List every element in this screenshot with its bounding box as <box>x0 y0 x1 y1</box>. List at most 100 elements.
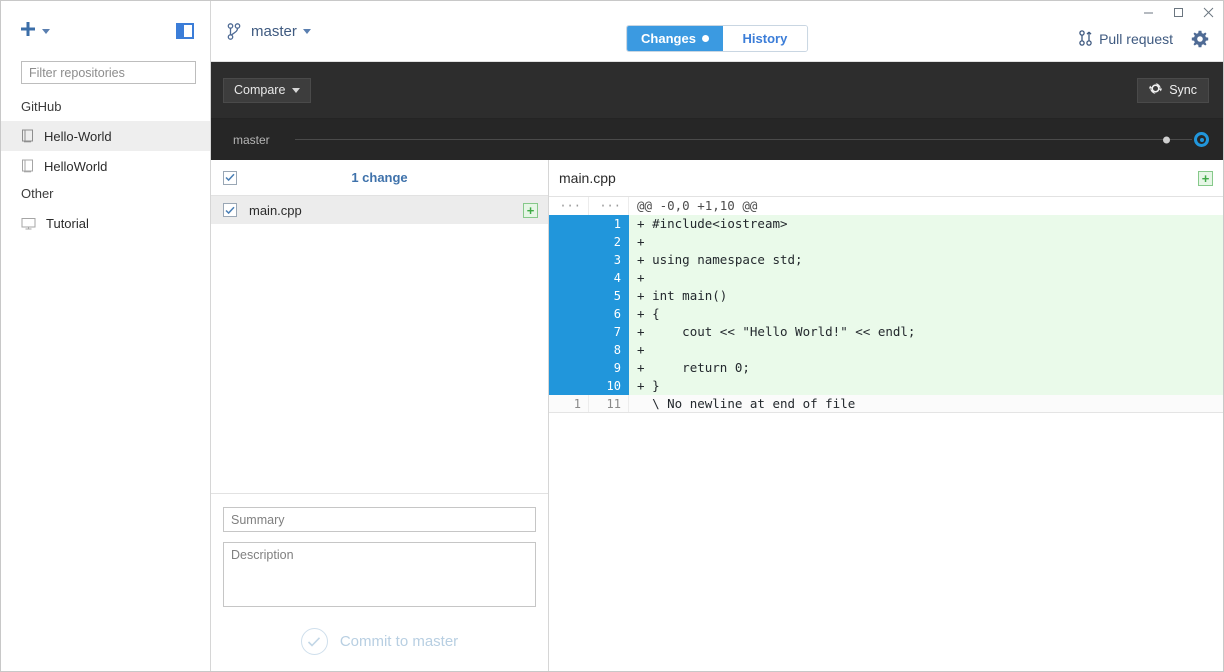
diff-new-lineno: 11 <box>589 395 629 412</box>
diff-line-text: + } <box>629 377 1223 395</box>
diff-line-text: + <box>629 233 1223 251</box>
diff-line[interactable]: 7 + cout << "Hello World!" << endl; <box>549 323 1223 341</box>
diff-line[interactable]: 9 + return 0; <box>549 359 1223 377</box>
tab-history[interactable]: History <box>722 26 807 51</box>
sidebar-item-tutorial[interactable]: Tutorial <box>1 208 210 238</box>
diff-line-hunk: ··· ··· @@ -0,0 +1,10 @@ <box>549 197 1223 215</box>
pull-request-icon <box>1079 29 1092 49</box>
branch-name-label: master <box>251 22 297 40</box>
diff-header: main.cpp + <box>549 160 1223 197</box>
timeline-head-node[interactable] <box>1194 132 1209 147</box>
diff-file-name: main.cpp <box>559 170 616 186</box>
changes-history-tabs: Changes History <box>626 25 808 52</box>
add-repository-button[interactable] <box>19 20 50 43</box>
diff-old-lineno <box>549 287 589 305</box>
close-button[interactable] <box>1193 1 1223 23</box>
sidebar-item-label: HelloWorld <box>44 158 108 174</box>
diff-line-no-newline: 1 11 \ No newline at end of file <box>549 395 1223 413</box>
diff-new-lineno: 4 <box>589 269 629 287</box>
diff-line[interactable]: 3 + using namespace std; <box>549 251 1223 269</box>
pull-request-label: Pull request <box>1099 31 1173 47</box>
diff-line-text: + int main() <box>629 287 1223 305</box>
repo-icon <box>21 129 34 143</box>
diff-line[interactable]: 10 + } <box>549 377 1223 395</box>
diff-line-text: + return 0; <box>629 359 1223 377</box>
diff-old-lineno <box>549 215 589 233</box>
sidebar-item-hello-world[interactable]: Hello-World <box>1 121 210 151</box>
gear-icon[interactable] <box>1191 30 1209 48</box>
sync-label: Sync <box>1169 83 1197 97</box>
diff-line-text: + cout << "Hello World!" << endl; <box>629 323 1223 341</box>
filter-repositories-input[interactable] <box>21 61 196 84</box>
diff-line-text: + <box>629 269 1223 287</box>
sync-button[interactable]: Sync <box>1137 77 1209 103</box>
diff-line[interactable]: 1 + #include<iostream> <box>549 215 1223 233</box>
diff-line[interactable]: 2 + <box>549 233 1223 251</box>
changes-panel: 1 change main.cpp + Summary Description … <box>211 160 549 671</box>
diff-panel: main.cpp + ··· ··· @@ -0,0 +1,10 @@ 1 + … <box>549 160 1223 671</box>
diff-new-lineno: 8 <box>589 341 629 359</box>
diff-old-lineno <box>549 359 589 377</box>
changes-count-label: 1 change <box>351 170 408 185</box>
diff-old-lineno <box>549 305 589 323</box>
diff-line[interactable]: 5 + int main() <box>549 287 1223 305</box>
diff-new-lineno: 1 <box>589 215 629 233</box>
commit-button-label: Commit to master <box>339 633 459 650</box>
diff-line[interactable]: 4 + <box>549 269 1223 287</box>
chevron-down-icon <box>292 87 301 93</box>
diff-old-lineno <box>549 341 589 359</box>
changes-header: 1 change <box>211 160 548 196</box>
sidebar-toolbar <box>1 1 210 61</box>
chevron-down-icon <box>302 28 311 34</box>
diff-line-text: + <box>629 341 1223 359</box>
monitor-icon <box>21 217 36 230</box>
commit-to-master-button[interactable]: Commit to master <box>223 628 536 655</box>
repository-sidebar: GitHub Hello-World <box>1 1 211 671</box>
repository-header: master Changes History Pull request <box>211 1 1223 62</box>
chevron-down-icon <box>42 28 50 34</box>
compare-toolbar: Compare Sync master <box>211 62 1223 160</box>
sidebar-toggle-icon[interactable] <box>176 23 194 39</box>
diff-old-lineno <box>549 269 589 287</box>
sidebar-item-label: Tutorial <box>46 215 89 231</box>
changed-file-row[interactable]: main.cpp + <box>211 196 548 224</box>
timeline-commit-dot <box>1163 136 1170 143</box>
diff-line[interactable]: 6 + { <box>549 305 1223 323</box>
changed-files-empty-area <box>211 224 548 494</box>
branch-timeline: master <box>211 118 1223 160</box>
repo-group-label-github: GitHub <box>21 99 62 114</box>
repo-icon <box>21 159 34 173</box>
filter-repositories-wrap <box>1 61 210 94</box>
diff-new-lineno: 10 <box>589 377 629 395</box>
diff-old-lineno <box>549 233 589 251</box>
sidebar-item-helloworld[interactable]: HelloWorld <box>1 151 210 181</box>
window-controls <box>1133 1 1223 27</box>
commit-description-input[interactable] <box>223 542 536 607</box>
repo-group-label-other: Other <box>21 186 54 201</box>
changes-indicator-dot <box>701 35 709 42</box>
content-split: 1 change main.cpp + Summary Description … <box>211 160 1223 671</box>
sync-icon <box>1149 82 1163 98</box>
main-area: master Changes History Pull request Comp… <box>211 1 1223 671</box>
tab-changes[interactable]: Changes <box>627 26 723 51</box>
file-checkbox[interactable] <box>223 203 237 217</box>
maximize-button[interactable] <box>1163 1 1193 23</box>
diff-line-text: \ No newline at end of file <box>629 395 1223 412</box>
file-status-added-icon: + <box>523 202 538 218</box>
timeline-track <box>295 136 1192 143</box>
diff-content[interactable]: ··· ··· @@ -0,0 +1,10 @@ 1 + #include<io… <box>549 197 1223 413</box>
tab-history-label: History <box>742 31 788 46</box>
commit-summary-input[interactable] <box>223 507 536 532</box>
current-branch-button[interactable]: master <box>227 23 315 40</box>
minimize-button[interactable] <box>1133 1 1163 23</box>
diff-new-lineno: 6 <box>589 305 629 323</box>
diff-line-text: + using namespace std; <box>629 251 1223 269</box>
pull-request-button[interactable]: Pull request <box>1079 29 1173 49</box>
diff-new-lineno: 5 <box>589 287 629 305</box>
diff-line[interactable]: 8 + <box>549 341 1223 359</box>
compare-button[interactable]: Compare <box>223 77 312 103</box>
select-all-checkbox[interactable] <box>223 170 237 185</box>
diff-old-lineno <box>549 323 589 341</box>
compare-label: Compare <box>234 83 286 97</box>
compare-toolbar-row: Compare Sync <box>211 62 1223 118</box>
